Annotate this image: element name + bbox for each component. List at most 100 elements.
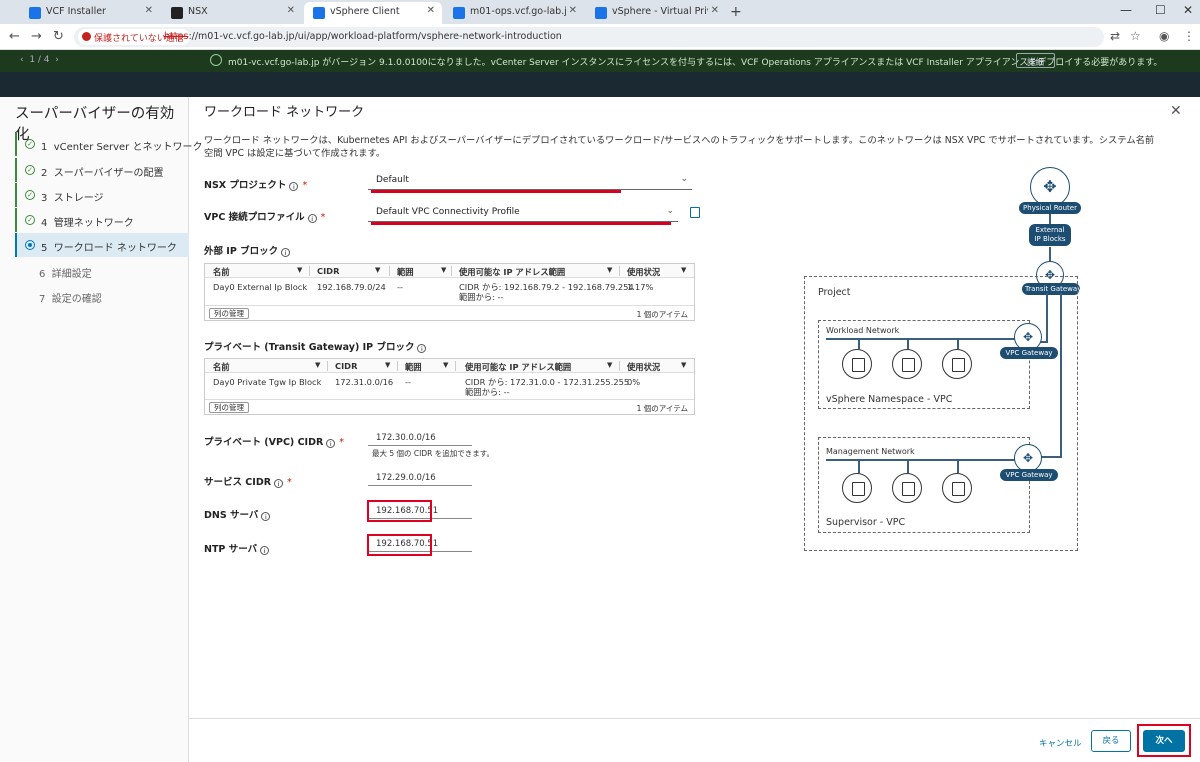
filter-icon[interactable]: ▼ bbox=[607, 361, 612, 369]
private-vpc-cidr-input[interactable]: 172.30.0.0/16 bbox=[368, 429, 472, 446]
step-advanced-settings[interactable]: 6 詳細設定 bbox=[15, 259, 189, 283]
supervisor-vm-icon bbox=[892, 473, 922, 503]
supervisor-vpc-label: Supervisor - VPC bbox=[826, 517, 906, 528]
filter-icon[interactable]: ▼ bbox=[375, 266, 380, 274]
back-icon[interactable]: ← bbox=[9, 29, 20, 44]
close-window-icon[interactable]: ✕ bbox=[1183, 3, 1193, 17]
manage-columns-button[interactable]: 列の管理 bbox=[209, 402, 249, 413]
close-tab-icon[interactable]: ✕ bbox=[569, 5, 577, 16]
info-icon[interactable]: i bbox=[260, 546, 270, 555]
new-tab-icon[interactable]: + bbox=[730, 4, 742, 20]
back-button[interactable]: 戻る bbox=[1091, 730, 1131, 752]
filter-icon[interactable]: ▼ bbox=[441, 266, 446, 274]
private-tgw-grid: 名前 ▼ CIDR ▼ 範囲 ▼ 使用可能な IP アドレス範囲 ▼ 使用状況 ▼ Day… bbox=[204, 358, 695, 415]
reload-icon[interactable]: ↻ bbox=[53, 29, 64, 44]
supervisor-vm-icon bbox=[942, 473, 972, 503]
copy-icon[interactable] bbox=[690, 207, 700, 218]
service-cidr-input[interactable]: 172.29.0.0/16 bbox=[368, 469, 472, 486]
step-supervisor-placement[interactable]: ✓ 2 スーパーバイザーの配置 bbox=[15, 158, 189, 182]
info-icon[interactable]: i bbox=[326, 439, 336, 448]
address-bar: ← → ↻ 保護されていない通信 https://m01-vc.vcf.go-l… bbox=[0, 24, 1200, 50]
cancel-button[interactable]: キャンセル bbox=[1039, 737, 1082, 749]
maximize-icon[interactable]: ☐ bbox=[1155, 3, 1166, 17]
info-icon[interactable]: i bbox=[274, 479, 284, 488]
vcenter-header: ‹ 1 / 4 › m01-vc.vcf.go-lab.jp がバージョン 9.… bbox=[0, 50, 1200, 97]
namespace-vm-icon bbox=[942, 349, 972, 379]
check-icon: ✓ bbox=[25, 215, 35, 225]
banner-pager[interactable]: ‹ 1 / 4 › bbox=[20, 55, 59, 65]
grid-header: 名前 ▼ CIDR ▼ 範囲 ▼ 使用可能な IP アドレス範囲 ▼ 使用状況 ▼ bbox=[205, 264, 694, 278]
connector bbox=[1060, 293, 1062, 456]
page-title: ワークロード ネットワーク bbox=[204, 105, 365, 120]
private-vpc-cidr-label: プライベート (VPC) CIDR i * bbox=[204, 437, 345, 448]
dns-server-label: DNS サーバ i bbox=[204, 507, 271, 521]
menu-icon[interactable]: ⋮ bbox=[1183, 29, 1195, 43]
connector bbox=[1049, 247, 1051, 261]
info-icon[interactable]: i bbox=[281, 248, 291, 257]
step-storage[interactable]: ✓ 3 ストレージ bbox=[15, 183, 189, 207]
close-tab-icon[interactable]: ✕ bbox=[427, 5, 435, 16]
filter-icon[interactable]: ▼ bbox=[681, 266, 686, 274]
step-vcenter-network[interactable]: ✓ 1 vCenter Server とネットワーク bbox=[15, 132, 202, 156]
chevron-down-icon: ⌄ bbox=[666, 206, 674, 216]
profile-icon[interactable]: ◉ bbox=[1159, 29, 1169, 43]
wizard-footer: キャンセル 戻る 次へ bbox=[189, 718, 1200, 762]
current-step-icon bbox=[25, 240, 35, 250]
connector bbox=[907, 460, 909, 473]
ntp-server-label: NTP サーバ i bbox=[204, 541, 270, 555]
filter-icon[interactable]: ▼ bbox=[385, 361, 390, 369]
forward-icon[interactable]: → bbox=[31, 29, 42, 44]
browser-tab[interactable]: VCF Installer ✕ bbox=[20, 2, 160, 24]
wizard-modal: スーパーバイザーの有効化 ✓ 1 vCenter Server とネットワーク ✓… bbox=[0, 97, 1200, 762]
filter-icon[interactable]: ▼ bbox=[315, 361, 320, 369]
step-management-network[interactable]: ✓ 4 管理ネットワーク bbox=[15, 208, 189, 232]
cidr-hint: 最大 5 個の CIDR を追加できます。 bbox=[372, 449, 494, 458]
wizard-sidebar: スーパーバイザーの有効化 ✓ 1 vCenter Server とネットワーク ✓… bbox=[0, 97, 202, 762]
browser-tab[interactable]: NSX ✕ bbox=[162, 2, 302, 24]
close-tab-icon[interactable]: ✕ bbox=[711, 5, 719, 16]
browser-tab[interactable]: m01-ops.vcf.go-lab.jp/ui/login ✕ bbox=[444, 2, 584, 24]
step-workload-network[interactable]: 5 ワークロード ネットワーク bbox=[15, 233, 189, 257]
red-highlight-box bbox=[1137, 724, 1191, 757]
nsx-project-select[interactable]: Default ⌄ bbox=[368, 173, 692, 190]
grid-footer: 列の管理 1 個のアイテム bbox=[205, 305, 694, 321]
filter-icon[interactable]: ▼ bbox=[443, 361, 448, 369]
browser-tab-active[interactable]: vSphere Client ✕ bbox=[304, 2, 442, 24]
translate-icon[interactable]: ⇄ bbox=[1110, 29, 1120, 43]
physical-router-pill: Physical Router bbox=[1019, 202, 1081, 214]
vmware-favicon-icon bbox=[595, 7, 607, 19]
filter-icon[interactable]: ▼ bbox=[607, 266, 612, 274]
close-icon[interactable]: ✕ bbox=[1170, 103, 1182, 119]
vsphere-namespace-vpc-label: vSphere Namespace - VPC bbox=[826, 394, 953, 405]
close-tab-icon[interactable]: ✕ bbox=[145, 5, 153, 16]
chevron-down-icon: ⌄ bbox=[680, 174, 688, 184]
close-tab-icon[interactable]: ✕ bbox=[287, 5, 295, 16]
filter-icon[interactable]: ▼ bbox=[297, 266, 302, 274]
vpc-gateway-pill: VPC Gateway bbox=[1000, 469, 1058, 481]
info-icon[interactable]: i bbox=[289, 182, 299, 191]
info-icon[interactable]: i bbox=[417, 344, 427, 353]
vpc-gateway-icon bbox=[1014, 444, 1042, 472]
step-review[interactable]: 7 設定の確認 bbox=[15, 284, 189, 308]
banner-detail-button[interactable]: 詳細 bbox=[1016, 53, 1056, 68]
filter-icon[interactable]: ▼ bbox=[681, 361, 686, 369]
namespace-vm-icon bbox=[892, 349, 922, 379]
connector bbox=[907, 339, 909, 349]
success-check-icon bbox=[210, 54, 222, 66]
namespace-pod-icon bbox=[842, 349, 872, 379]
minimize-icon[interactable]: — bbox=[1120, 3, 1132, 17]
info-icon[interactable]: i bbox=[261, 512, 271, 521]
private-tgw-label: プライベート (Transit Gateway) IP ブロック i bbox=[204, 339, 427, 353]
check-icon: ✓ bbox=[25, 190, 35, 200]
info-icon[interactable]: i bbox=[307, 214, 317, 223]
vpc-profile-select[interactable]: Default VPC Connectivity Profile ⌄ bbox=[368, 205, 678, 222]
workload-network-label: Workload Network bbox=[826, 326, 900, 335]
project-label: Project bbox=[818, 287, 851, 298]
check-icon: ✓ bbox=[25, 165, 35, 175]
browser-tab[interactable]: vSphere - Virtual Private Cloud ✕ bbox=[586, 2, 726, 24]
grid-footer: 列の管理 1 個のアイテム bbox=[205, 399, 694, 415]
bookmark-star-icon[interactable]: ☆ bbox=[1130, 29, 1141, 43]
license-banner: ‹ 1 / 4 › m01-vc.vcf.go-lab.jp がバージョン 9.… bbox=[0, 50, 1200, 72]
manage-columns-button[interactable]: 列の管理 bbox=[209, 308, 249, 319]
url-field[interactable]: 保護されていない通信 https://m01-vc.vcf.go-lab.jp/… bbox=[74, 27, 1104, 47]
